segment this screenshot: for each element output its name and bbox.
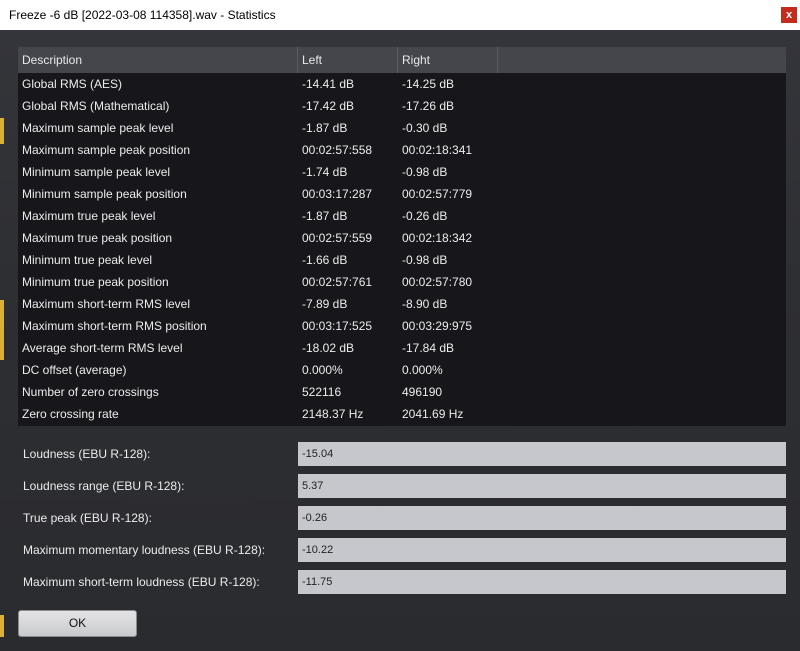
row-left-value: -7.89 dB — [302, 297, 348, 311]
row-left-value: -1.87 dB — [302, 209, 348, 223]
row-description: Maximum short-term RMS level — [22, 297, 191, 311]
table-row[interactable]: Minimum sample peak position 00:03:17:287… — [18, 183, 786, 205]
row-description: Minimum sample peak level — [22, 165, 171, 179]
row-left-value: 00:03:17:525 — [302, 319, 373, 333]
row-description: Number of zero crossings — [22, 385, 159, 399]
table-row[interactable]: Maximum sample peak level -1.87 dB -0.30 d… — [18, 117, 786, 139]
row-description: Zero crossing rate — [22, 407, 119, 421]
row-description: Minimum true peak level — [22, 253, 153, 267]
row-left-value: -17.42 dB — [302, 99, 355, 113]
table-row[interactable]: Maximum sample peak position 00:02:57:558… — [18, 139, 786, 161]
loudness-value-field[interactable]: -15.04 — [298, 442, 786, 466]
table-row[interactable]: Maximum true peak position 00:02:57:559 00… — [18, 227, 786, 249]
row-description: Minimum sample peak position — [22, 187, 187, 201]
loudness-row: True peak (EBU R-128): -0.26 — [18, 506, 786, 530]
row-left-value: 00:02:57:559 — [302, 231, 373, 245]
row-right-value: 00:02:57:780 — [402, 275, 473, 289]
row-right-value: -0.26 dB — [402, 209, 448, 223]
table-row[interactable]: Global RMS (AES) -14.41 dB -14.25 dB — [18, 73, 786, 95]
row-left-value: 522116 — [302, 385, 342, 399]
loudness-label: Maximum short-term loudness (EBU R-128): — [23, 575, 260, 589]
loudness-label: Maximum momentary loudness (EBU R-128): — [23, 543, 266, 557]
row-description: Maximum sample peak level — [22, 121, 174, 135]
background-edge — [0, 118, 4, 144]
row-right-value: -0.98 dB — [402, 253, 448, 267]
table-row[interactable]: Number of zero crossings 522116 496190 — [18, 381, 786, 403]
row-left-value: -14.41 dB — [302, 77, 355, 91]
row-right-value: 0.000% — [402, 363, 443, 377]
row-description: Maximum true peak level — [22, 209, 156, 223]
table-row[interactable]: Maximum short-term RMS level -7.89 dB -8.9… — [18, 293, 786, 315]
row-description: Global RMS (Mathematical) — [22, 99, 170, 113]
loudness-value-field[interactable]: -11.75 — [298, 570, 786, 594]
loudness-row: Loudness (EBU R-128): -15.04 — [18, 442, 786, 466]
row-left-value: 2148.37 Hz — [302, 407, 364, 421]
table-row[interactable]: Zero crossing rate 2148.37 Hz 2041.69 Hz — [18, 403, 786, 425]
loudness-row: Loudness range (EBU R-128): 5.37 — [18, 474, 786, 498]
row-right-value: 00:02:57:779 — [402, 187, 473, 201]
row-left-value: -1.74 dB — [302, 165, 348, 179]
row-right-value: 496190 — [402, 385, 443, 399]
table-row[interactable]: Minimum sample peak level -1.74 dB -0.98 d… — [18, 161, 786, 183]
table-header: Description Left Right — [18, 47, 786, 73]
row-left-value: -1.66 dB — [302, 253, 348, 267]
row-description: Maximum sample peak position — [22, 143, 191, 157]
row-right-value: 2041.69 Hz — [402, 407, 464, 421]
row-description: Average short-term RMS level — [22, 341, 183, 355]
row-description: DC offset (average) — [22, 363, 127, 377]
table-row[interactable]: Maximum short-term RMS position 00:03:17:… — [18, 315, 786, 337]
column-header-description[interactable]: Description — [18, 47, 298, 73]
row-left-value: -18.02 dB — [302, 341, 355, 355]
table-row[interactable]: DC offset (average) 0.000% 0.000% — [18, 359, 786, 381]
row-left-value: 0.000% — [302, 363, 343, 377]
background-edge — [0, 300, 4, 360]
row-right-value: -8.90 dB — [402, 297, 448, 311]
column-header-left[interactable]: Left — [298, 47, 398, 73]
table-row[interactable]: Maximum true peak level -1.87 dB -0.26 dB — [18, 205, 786, 227]
loudness-value-field[interactable]: -0.26 — [298, 506, 786, 530]
table-row[interactable]: Minimum true peak position 00:02:57:761 00… — [18, 271, 786, 293]
table-row[interactable]: Minimum true peak level -1.66 dB -0.98 dB — [18, 249, 786, 271]
table-row[interactable]: Average short-term RMS level -18.02 dB -17… — [18, 337, 786, 359]
loudness-value-field[interactable]: 5.37 — [298, 474, 786, 498]
close-button[interactable]: x — [781, 7, 797, 23]
window-title: Freeze -6 dB [2022-03-08 114358].wav - S… — [9, 8, 276, 22]
loudness-label: Loudness (EBU R-128): — [23, 447, 151, 461]
loudness-row: Maximum short-term loudness (EBU R-128):… — [18, 570, 786, 594]
row-left-value: -1.87 dB — [302, 121, 348, 135]
row-right-value: 00:02:18:342 — [402, 231, 473, 245]
title-bar: Freeze -6 dB [2022-03-08 114358].wav - S… — [0, 0, 800, 30]
background-edge — [0, 615, 4, 637]
row-right-value: -17.84 dB — [402, 341, 455, 355]
close-icon: x — [785, 9, 793, 21]
table-row[interactable]: Global RMS (Mathematical) -17.42 dB -17.26… — [18, 95, 786, 117]
ok-button[interactable]: OK — [18, 610, 137, 637]
row-right-value: 00:03:29:975 — [402, 319, 473, 333]
row-description: Minimum true peak position — [22, 275, 169, 289]
row-left-value: 00:02:57:761 — [302, 275, 373, 289]
row-right-value: -17.26 dB — [402, 99, 455, 113]
row-description: Maximum true peak position — [22, 231, 173, 245]
statistics-table[interactable]: Description Left Right Global RMS (AES) -… — [18, 47, 786, 426]
column-header-right[interactable]: Right — [398, 47, 498, 73]
row-left-value: 00:03:17:287 — [302, 187, 373, 201]
loudness-label: True peak (EBU R-128): — [23, 511, 152, 525]
loudness-label: Loudness range (EBU R-128): — [23, 479, 185, 493]
row-right-value: -0.98 dB — [402, 165, 448, 179]
loudness-value-field[interactable]: -10.22 — [298, 538, 786, 562]
row-description: Maximum short-term RMS position — [22, 319, 207, 333]
loudness-row: Maximum momentary loudness (EBU R-128): -… — [18, 538, 786, 562]
row-right-value: 00:02:18:341 — [402, 143, 473, 157]
row-description: Global RMS (AES) — [22, 77, 123, 91]
row-right-value: -14.25 dB — [402, 77, 455, 91]
row-left-value: 00:02:57:558 — [302, 143, 373, 157]
row-right-value: -0.30 dB — [402, 121, 448, 135]
